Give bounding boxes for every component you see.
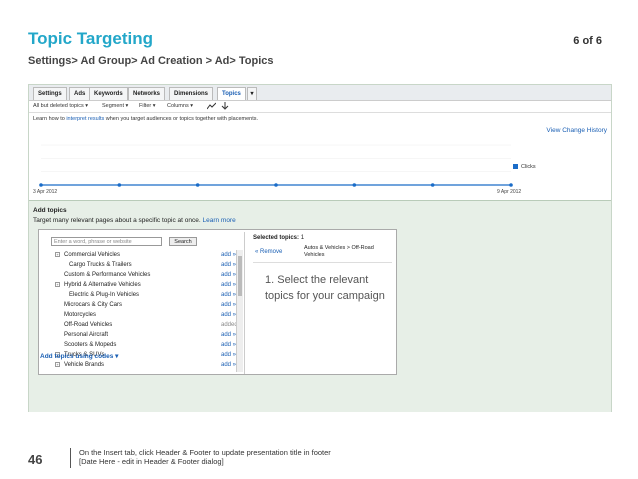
topic-label: Hybrid & Alternative Vehicles xyxy=(64,282,141,288)
topic-label: Custom & Performance Vehicles xyxy=(64,272,151,278)
divider xyxy=(253,262,392,263)
topic-label: Cargo Trucks & Trailers xyxy=(69,262,132,268)
topic-list-scrollbar[interactable] xyxy=(236,250,243,372)
add-topics-heading: Add topics xyxy=(33,207,67,214)
tab-dimensions[interactable]: Dimensions xyxy=(169,87,214,100)
columns-dropdown[interactable]: Columns ▾ xyxy=(167,103,193,109)
expand-icon[interactable]: + xyxy=(55,282,60,287)
download-icon[interactable] xyxy=(221,102,229,112)
tab-ads[interactable]: Ads xyxy=(69,87,91,100)
topic-search-input[interactable]: Enter a word, phrase or website xyxy=(51,237,162,246)
footer-text: On the Insert tab, click Header & Footer… xyxy=(79,448,331,466)
add-topic-button[interactable]: add » xyxy=(221,370,236,372)
topic-row[interactable]: Vehicle Licensing & Registration add » xyxy=(51,370,243,372)
view-change-history-link[interactable]: View Change History xyxy=(546,127,607,134)
topic-label: Electric & Plug-In Vehicles xyxy=(69,292,140,298)
topic-row[interactable]: Cargo Trucks & Trailers add » xyxy=(51,260,243,270)
topic-row[interactable]: Microcars & City Cars add » xyxy=(51,300,243,310)
footer-line-1: On the Insert tab, click Header & Footer… xyxy=(79,448,331,457)
tab-bar: Settings Ads Keywords Networks Dimension… xyxy=(29,85,611,101)
add-topic-button[interactable]: add » xyxy=(221,340,236,350)
slide-title: Topic Targeting xyxy=(28,29,153,48)
line-chart-icon[interactable] xyxy=(206,102,217,112)
x-axis-start-label: 3 Apr 2012 xyxy=(33,189,58,195)
tab-keywords[interactable]: Keywords xyxy=(89,87,128,100)
topic-row[interactable]: Electric & Plug-In Vehicles add » xyxy=(51,290,243,300)
selected-topics-label: Selected topics: xyxy=(253,235,300,241)
topic-row[interactable]: + Commercial Vehicles add » xyxy=(51,250,243,260)
performance-chart xyxy=(39,144,513,187)
data-point[interactable] xyxy=(352,183,357,187)
tab-networks[interactable]: Networks xyxy=(128,87,166,100)
segment-dropdown[interactable]: Segment ▾ xyxy=(102,103,128,109)
add-topic-button[interactable]: add » xyxy=(221,290,236,300)
topic-label: Motorcycles xyxy=(64,312,97,318)
data-point[interactable] xyxy=(274,183,278,187)
scrollbar-thumb[interactable] xyxy=(238,256,242,296)
subtitle-text: Target many relevant pages about a speci… xyxy=(33,217,203,224)
tab-more-dropdown[interactable]: ▾ xyxy=(247,87,257,100)
tab-settings[interactable]: Settings xyxy=(33,87,67,100)
search-button[interactable]: Search xyxy=(169,237,197,246)
footer-line-2: [Date Here - edit in Header & Footer dia… xyxy=(79,457,224,466)
legend-label: Clicks xyxy=(521,164,536,170)
topic-row[interactable]: + Hybrid & Alternative Vehicles add » xyxy=(51,280,243,290)
remove-topic-button[interactable]: « Remove xyxy=(255,249,282,255)
tab-topics[interactable]: Topics xyxy=(217,87,246,100)
topic-label: Vehicle Brands xyxy=(64,362,105,368)
add-topics-using-codes-link[interactable]: Add topics using codes ▾ xyxy=(40,352,118,360)
toolbar: All but deleted topics ▾ Segment ▾ Filte… xyxy=(29,101,611,113)
add-topic-button[interactable]: add » xyxy=(221,330,236,340)
learn-suffix: when you target audiences or topics toge… xyxy=(104,116,259,122)
page-indicator: 6 of 6 xyxy=(573,35,602,47)
topic-row[interactable]: Scooters & Mopeds add » xyxy=(51,340,243,350)
add-topic-button[interactable]: add » xyxy=(221,250,236,260)
topic-row[interactable]: Custom & Performance Vehicles add » xyxy=(51,270,243,280)
learn-more-link[interactable]: Learn more xyxy=(202,217,235,224)
data-point[interactable] xyxy=(430,183,435,187)
topic-row[interactable]: Off-Road Vehicles added xyxy=(51,320,243,330)
topic-row[interactable]: Motorcycles add » xyxy=(51,310,243,320)
selected-topic-item: Autos & Vehicles > Off-Road Vehicles xyxy=(304,245,374,258)
add-topics-subtitle: Target many relevant pages about a speci… xyxy=(33,217,236,224)
selected-topics-header: Selected topics: 1 xyxy=(253,235,304,241)
topic-row[interactable]: + Vehicle Brands add » xyxy=(51,360,243,370)
footer-divider xyxy=(70,448,71,468)
add-topic-button[interactable]: add » xyxy=(221,350,236,360)
x-axis-end-label: 9 Apr 2012 xyxy=(497,189,522,195)
add-topic-button[interactable]: add » xyxy=(221,360,236,370)
selected-topics-count: 1 xyxy=(300,235,305,241)
adwords-screenshot: Settings Ads Keywords Networks Dimension… xyxy=(28,84,612,412)
interpret-results-link[interactable]: interpret results xyxy=(66,116,104,122)
data-point[interactable] xyxy=(39,183,43,187)
expand-icon[interactable]: + xyxy=(55,362,60,367)
topic-row[interactable]: Personal Aircraft add » xyxy=(51,330,243,340)
add-topic-button[interactable]: add » xyxy=(221,270,236,280)
filter-dropdown[interactable]: Filter ▾ xyxy=(139,103,156,109)
data-point[interactable] xyxy=(117,183,122,187)
add-topic-button[interactable]: add » xyxy=(221,280,236,290)
add-topic-button[interactable]: add » xyxy=(221,310,236,320)
slide-number: 46 xyxy=(28,452,43,467)
breadcrumb: Settings> Ad Group> Ad Creation > Ad> To… xyxy=(28,55,274,67)
chart-legend: Clicks xyxy=(513,164,536,170)
topic-label: Scooters & Mopeds xyxy=(64,342,117,348)
topic-label: Off-Road Vehicles xyxy=(64,322,113,328)
data-point[interactable] xyxy=(509,183,513,187)
add-topic-button[interactable]: add » xyxy=(221,300,236,310)
topic-label: Microcars & City Cars xyxy=(64,302,123,308)
topic-label: Commercial Vehicles xyxy=(64,252,121,258)
topic-label: Vehicle Licensing & Registration xyxy=(64,370,150,372)
learn-text: Learn how to interpret results when you … xyxy=(33,116,258,122)
topic-label: Personal Aircraft xyxy=(64,332,109,338)
instruction-annotation: 1. Select the relevant topics for your c… xyxy=(265,274,385,302)
topics-filter-dropdown[interactable]: All but deleted topics ▾ xyxy=(33,103,88,109)
expand-icon[interactable]: + xyxy=(55,252,60,257)
add-topics-panel: Add topics Target many relevant pages ab… xyxy=(29,200,611,412)
selected-topics-panel: Selected topics: 1 « Remove Autos & Vehi… xyxy=(249,232,396,374)
add-topic-button[interactable]: add » xyxy=(221,260,236,270)
legend-swatch xyxy=(513,164,518,170)
data-point[interactable] xyxy=(195,183,200,187)
learn-prefix: Learn how to xyxy=(33,116,67,122)
